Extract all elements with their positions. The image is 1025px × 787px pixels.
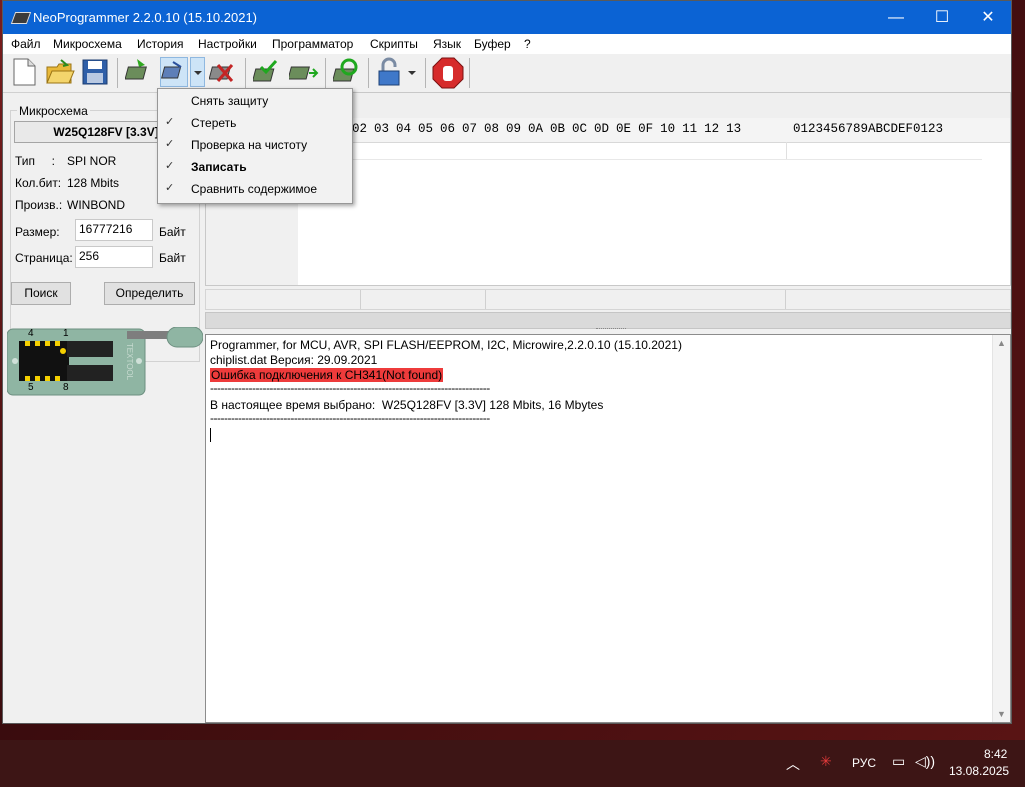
adapter-pin-5: 5	[28, 382, 34, 393]
size-field[interactable]: 16777216	[75, 219, 153, 241]
menu-buffer[interactable]: Буфер	[474, 37, 511, 51]
chip-group-title: Микросхема	[17, 104, 90, 118]
dropdown-item-label: Стереть	[191, 116, 237, 130]
taskbar: ︿ ✳ РУС ▭ ◁)) 8:42 13.08.2025	[0, 740, 1025, 787]
close-button[interactable]: ✕	[965, 1, 1011, 34]
log-line-chiplist: chiplist.dat Версия: 29.09.2021	[210, 353, 378, 367]
log-line-selected: В настоящее время выбрано: W25Q128FV [3.…	[210, 398, 604, 412]
check-icon: ✓	[165, 182, 175, 194]
page-unit: Байт	[159, 251, 186, 265]
menu-programmer[interactable]: Программатор	[272, 37, 353, 51]
detect-button[interactable]: Определить	[104, 282, 195, 305]
hex-column-headers: 02 03 04 05 06 07 08 09 0A 0B 0C 0D 0E 0…	[352, 122, 742, 136]
app-chip-icon	[10, 12, 32, 24]
bits-label: Кол.бит:	[15, 176, 62, 190]
type-label: Тип :	[15, 154, 56, 168]
save-icon[interactable]	[80, 57, 110, 87]
tray-app-icon[interactable]: ✳	[820, 753, 832, 770]
search-button[interactable]: Поиск	[11, 282, 71, 305]
clock-time[interactable]: 8:42	[984, 747, 1007, 761]
size-label: Размер:	[15, 225, 60, 239]
menu-language[interactable]: Язык	[433, 37, 461, 51]
open-folder-icon[interactable]	[45, 57, 75, 87]
adapter-image: 4 1 5 8 TEXTOOL	[6, 326, 204, 397]
page-field[interactable]: 256	[75, 246, 153, 268]
menu-settings[interactable]: Настройки	[198, 37, 257, 51]
adapter-pin-4: 4	[28, 328, 34, 339]
log-output[interactable]: Programmer, for MCU, AVR, SPI FLASH/EEPR…	[205, 334, 1011, 723]
erase-chip-icon[interactable]	[208, 57, 239, 87]
verify-chip-icon[interactable]	[287, 57, 319, 87]
scroll-down-icon[interactable]: ▼	[997, 709, 1006, 719]
minimize-button[interactable]: —	[873, 1, 919, 34]
toolbar-separator	[245, 58, 246, 88]
hex-ascii-header: 0123456789ABCDEF0123	[793, 122, 944, 136]
read-chip-icon[interactable]	[124, 57, 155, 87]
dropdown-item-compare[interactable]: ✓ Сравнить содержимое	[158, 178, 352, 200]
bits-value: 128 Mbits	[67, 176, 120, 190]
text-caret	[210, 428, 211, 442]
blank-check-icon[interactable]	[331, 57, 363, 87]
clock-date[interactable]: 13.08.2025	[949, 764, 1009, 778]
dropdown-item-label: Проверка на чистоту	[191, 138, 308, 152]
menu-chip[interactable]: Микросхема	[53, 37, 122, 51]
log-error-highlight: Ошибка подключения к CH341(Not found)	[210, 368, 444, 382]
vendor-value: WINBOND	[67, 198, 125, 212]
dropdown-item-label: Снять защиту	[191, 94, 269, 108]
menu-scripts[interactable]: Скрипты	[370, 37, 418, 51]
check-icon: ✓	[165, 138, 175, 150]
adapter-brand: TEXTOOL	[125, 342, 135, 381]
type-value: SPI NOR	[67, 154, 117, 168]
size-unit: Байт	[159, 225, 186, 239]
dropdown-item-blank-check[interactable]: ✓ Проверка на чистоту	[158, 134, 352, 156]
toolbar-separator	[117, 58, 118, 88]
network-icon[interactable]: ▭	[892, 753, 905, 770]
log-scrollbar[interactable]: ▲ ▼	[992, 335, 1010, 722]
hex-ascii-divider	[786, 142, 787, 159]
language-indicator[interactable]: РУС	[852, 756, 876, 770]
vendor-label: Произв.:	[15, 198, 63, 212]
adapter-pin-1: 1	[63, 328, 69, 339]
dropdown-item-erase[interactable]: ✓ Стереть	[158, 112, 352, 134]
menu-file[interactable]: Файл	[11, 37, 41, 51]
dropdown-item-label: Сравнить содержимое	[191, 182, 318, 196]
toolbar-separator	[425, 58, 426, 88]
toolbar-separator	[368, 58, 369, 88]
auto-chip-icon[interactable]	[160, 57, 188, 87]
hex-data-row[interactable]	[298, 142, 982, 160]
toolbar	[3, 54, 1011, 93]
check-icon: ✓	[165, 116, 175, 128]
log-separator: ----------------------------------------…	[210, 381, 490, 395]
dropdown-arrow-icon[interactable]	[190, 57, 205, 87]
maximize-button[interactable]: ☐	[919, 1, 965, 34]
dropdown-item-label: Записать	[191, 160, 247, 174]
protect-lock-icon[interactable]	[374, 57, 404, 87]
adapter-pin-8: 8	[63, 382, 69, 393]
toolbar-separator	[469, 58, 470, 88]
menu-bar: Файл Микросхема История Настройки Програ…	[3, 34, 1011, 55]
panel-splitter[interactable]	[205, 312, 1011, 329]
log-line-error: Ошибка подключения к CH341(Not found)	[210, 368, 444, 382]
main-window: NeoProgrammer 2.2.0.10 (15.10.2021) — ☐ …	[2, 0, 1012, 724]
scroll-up-icon[interactable]: ▲	[997, 338, 1006, 348]
check-icon: ✓	[165, 160, 175, 172]
menu-help[interactable]: ?	[524, 37, 531, 51]
write-chip-icon[interactable]	[251, 57, 283, 87]
lock-dropdown-icon[interactable]	[405, 57, 420, 87]
page-label: Страница:	[15, 251, 73, 265]
status-row	[205, 289, 1011, 310]
window-title: NeoProgrammer 2.2.0.10 (15.10.2021)	[33, 10, 258, 25]
log-line-version: Programmer, for MCU, AVR, SPI FLASH/EEPR…	[210, 338, 682, 352]
menu-history[interactable]: История	[137, 37, 184, 51]
tray-chevron-up-icon[interactable]: ︿	[786, 754, 800, 774]
title-bar[interactable]: NeoProgrammer 2.2.0.10 (15.10.2021) — ☐ …	[3, 1, 1011, 34]
new-file-icon[interactable]	[9, 57, 39, 87]
auto-operations-dropdown: Снять защиту ✓ Стереть ✓ Проверка на чис…	[157, 88, 353, 204]
dropdown-item-unprotect[interactable]: Снять защиту	[158, 90, 352, 112]
stop-hand-icon[interactable]	[431, 57, 465, 89]
dropdown-item-write[interactable]: ✓ Записать	[158, 156, 352, 178]
toolbar-separator	[325, 58, 326, 88]
log-separator: ----------------------------------------…	[210, 411, 490, 425]
volume-icon[interactable]: ◁))	[915, 753, 935, 770]
